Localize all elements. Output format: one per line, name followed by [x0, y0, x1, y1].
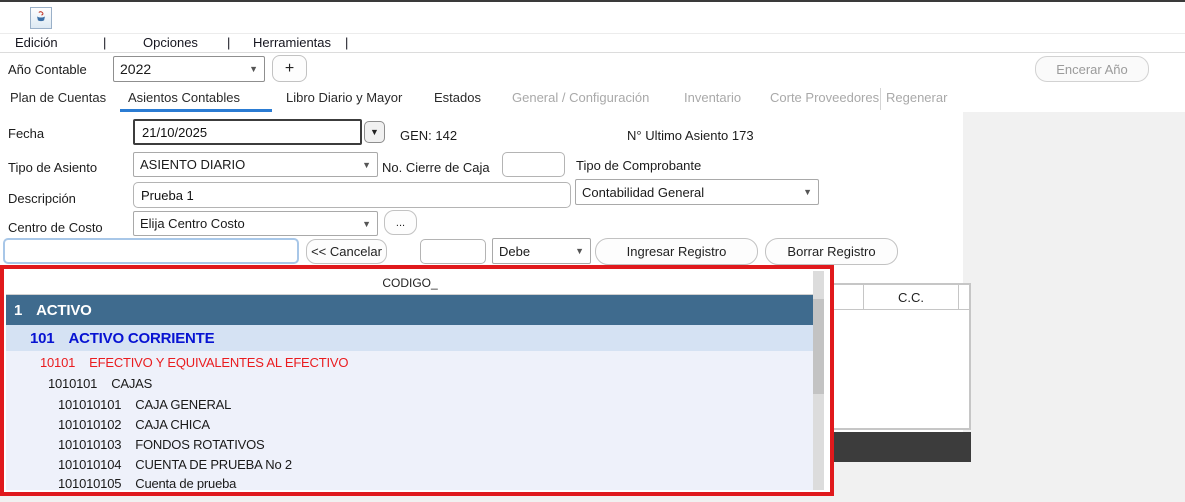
menu-separator: |	[227, 35, 230, 50]
tab-asientos-contables[interactable]: Asientos Contables	[128, 90, 240, 105]
centro-costo-label: Centro de Costo	[8, 220, 103, 235]
gen-text: GEN: 142	[400, 128, 457, 143]
account-row-selected[interactable]: 101 ACTIVO CORRIENTE	[6, 325, 814, 351]
account-row[interactable]: 1 ACTIVO	[6, 295, 814, 325]
menu-edicion[interactable]: Edición	[15, 35, 58, 50]
fecha-input[interactable]	[135, 121, 360, 143]
account-list: 1 ACTIVO 101 ACTIVO CORRIENTE 10101 EFEC…	[6, 295, 814, 490]
account-row[interactable]: 101010104 CUENTA DE PRUEBA No 2	[6, 454, 814, 474]
account-row[interactable]: 101010101 CAJA GENERAL	[6, 394, 814, 414]
account-code: 10101	[40, 355, 75, 370]
tipo-asiento-select[interactable]: ASIENTO DIARIO ▼	[133, 152, 378, 177]
chevron-down-icon: ▼	[362, 160, 371, 170]
account-name: FONDOS ROTATIVOS	[135, 437, 264, 452]
chevron-down-icon: ▼	[803, 187, 812, 197]
account-name: CAJA GENERAL	[135, 397, 231, 412]
tab-regenerar[interactable]: Regenerar	[886, 90, 947, 105]
anio-contable-value: 2022	[120, 61, 245, 77]
debe-haber-value: Debe	[499, 244, 571, 259]
account-name: Cuenta de prueba	[135, 474, 236, 490]
tipo-comprobante-value: Contabilidad General	[582, 185, 799, 200]
chevron-down-icon: ▼	[575, 246, 584, 256]
centro-costo-value: Elija Centro Costo	[140, 216, 358, 231]
tab-plan-de-cuentas[interactable]: Plan de Cuentas	[10, 90, 106, 105]
popup-column-header: CODIGO_	[6, 271, 814, 295]
app-window-icon[interactable]	[30, 7, 52, 29]
tipo-asiento-label: Tipo de Asiento	[8, 160, 97, 175]
chevron-down-icon: ▼	[362, 219, 371, 229]
anio-contable-select[interactable]: 2022 ▼	[113, 56, 265, 82]
cierre-caja-label: No. Cierre de Caja	[382, 160, 490, 175]
anio-contable-label: Año Contable	[8, 62, 87, 77]
toolbar-divider	[0, 33, 1185, 34]
menu-herramientas[interactable]: Herramientas	[253, 35, 331, 50]
account-code: 101010104	[58, 457, 121, 472]
fecha-label: Fecha	[8, 126, 44, 141]
account-code: 101	[30, 330, 54, 347]
add-year-button[interactable]: +	[272, 55, 307, 82]
account-code: 101010102	[58, 417, 121, 432]
tipo-asiento-value: ASIENTO DIARIO	[140, 157, 358, 172]
account-name: CUENTA DE PRUEBA No 2	[135, 457, 292, 472]
centro-costo-select[interactable]: Elija Centro Costo ▼	[133, 211, 378, 236]
fecha-dropdown-button[interactable]: ▼	[364, 121, 385, 143]
entries-col-scroll	[959, 285, 969, 309]
chevron-down-icon: ▼	[370, 127, 379, 137]
java-coffee-cup-icon	[34, 9, 48, 28]
tipo-comprobante-select[interactable]: Contabilidad General ▼	[575, 179, 819, 205]
descripcion-label: Descripción	[8, 191, 76, 206]
account-code-popup: CODIGO_ 1 ACTIVO 101 ACTIVO CORRIENTE 10…	[0, 265, 834, 496]
menu-separator: |	[103, 35, 106, 50]
descripcion-input[interactable]	[133, 182, 571, 208]
menu-opciones[interactable]: Opciones	[143, 35, 198, 50]
account-name: CAJA CHICA	[135, 417, 210, 432]
popup-scrollbar-thumb[interactable]	[813, 299, 824, 394]
popup-scrollbar[interactable]	[813, 271, 824, 490]
account-name: CAJAS	[111, 376, 152, 391]
fecha-field-wrap	[133, 119, 362, 145]
tab-general-configuracion[interactable]: General / Configuración	[512, 90, 649, 105]
chevron-down-icon: ▼	[249, 64, 258, 74]
ingresar-registro-button[interactable]: Ingresar Registro	[595, 238, 758, 265]
account-code: 101010105	[58, 474, 121, 490]
cuenta-search-input[interactable]	[3, 238, 299, 264]
account-name: EFECTIVO Y EQUIVALENTES AL EFECTIVO	[89, 355, 348, 370]
debe-haber-select[interactable]: Debe ▼	[492, 238, 591, 264]
centro-costo-more-button[interactable]: ...	[384, 210, 417, 235]
tab-libro-diario-mayor[interactable]: Libro Diario y Mayor	[286, 90, 402, 105]
account-row[interactable]: 1010101 CAJAS	[6, 373, 814, 394]
account-code: 1	[14, 302, 22, 319]
menubar-divider	[0, 52, 1185, 53]
account-name: ACTIVO CORRIENTE	[68, 330, 214, 347]
tipo-comprobante-label: Tipo de Comprobante	[576, 158, 701, 173]
borrar-registro-button[interactable]: Borrar Registro	[765, 238, 898, 265]
tab-divider	[880, 88, 881, 110]
tab-estados[interactable]: Estados	[434, 90, 481, 105]
encerar-anio-button[interactable]: Encerar Año	[1035, 56, 1149, 82]
account-code: 101010103	[58, 437, 121, 452]
tab-corte-proveedores[interactable]: Corte Proveedores	[770, 90, 879, 105]
account-row[interactable]: 10101 EFECTIVO Y EQUIVALENTES AL EFECTIV…	[6, 351, 814, 373]
active-tab-underline	[120, 109, 272, 112]
cancelar-button[interactable]: << Cancelar	[306, 239, 387, 264]
window-top-border	[0, 0, 1185, 2]
valor-input[interactable]	[420, 239, 486, 264]
menu-separator: |	[345, 35, 348, 50]
account-code: 1010101	[48, 376, 97, 391]
account-code: 101010101	[58, 397, 121, 412]
account-row-clipped[interactable]: 101010105 Cuenta de prueba	[6, 474, 814, 490]
tab-inventario[interactable]: Inventario	[684, 90, 741, 105]
entries-col-cc: C.C.	[864, 285, 959, 309]
account-row[interactable]: 101010102 CAJA CHICA	[6, 414, 814, 434]
ultimo-asiento-text: N° Ultimo Asiento 173	[627, 128, 754, 143]
account-name: ACTIVO	[36, 302, 91, 319]
account-row[interactable]: 101010103 FONDOS ROTATIVOS	[6, 434, 814, 454]
cierre-caja-input[interactable]	[502, 152, 565, 177]
